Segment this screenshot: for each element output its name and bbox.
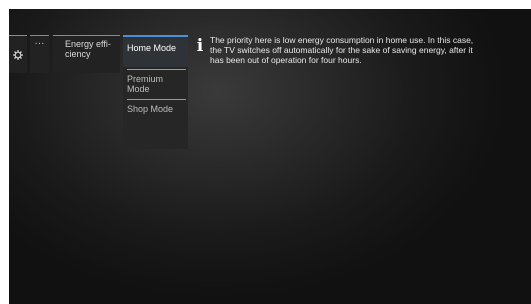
energy-efficiency-menu-item[interactable]: Energy effi- ciency	[53, 35, 120, 73]
divider	[127, 99, 186, 100]
energy-efficiency-label: Energy effi- ciency	[65, 39, 111, 59]
more-label: ···	[34, 38, 45, 49]
mode-option-home[interactable]: Home Mode	[123, 35, 188, 67]
info-text: The priority here is low energy consumpt…	[210, 35, 474, 65]
mode-label: Shop Mode	[127, 104, 174, 114]
energy-mode-list: Home Mode Premium Mode Shop Mode	[123, 35, 188, 149]
info-icon: i	[196, 36, 204, 56]
mode-label: Home Mode	[127, 43, 177, 53]
more-menu-item[interactable]: ···	[30, 35, 49, 73]
tv-menu-screen: ··· Energy effi- ciency Home Mode Premiu…	[0, 0, 531, 304]
mode-option-premium[interactable]: Premium Mode	[123, 70, 188, 94]
settings-menu-item[interactable]	[9, 35, 27, 73]
mode-option-shop[interactable]: Shop Mode	[123, 104, 188, 114]
mode-label: Premium Mode	[127, 74, 164, 94]
gear-icon	[13, 49, 23, 60]
info-panel: i The priority here is low energy consum…	[193, 35, 483, 65]
